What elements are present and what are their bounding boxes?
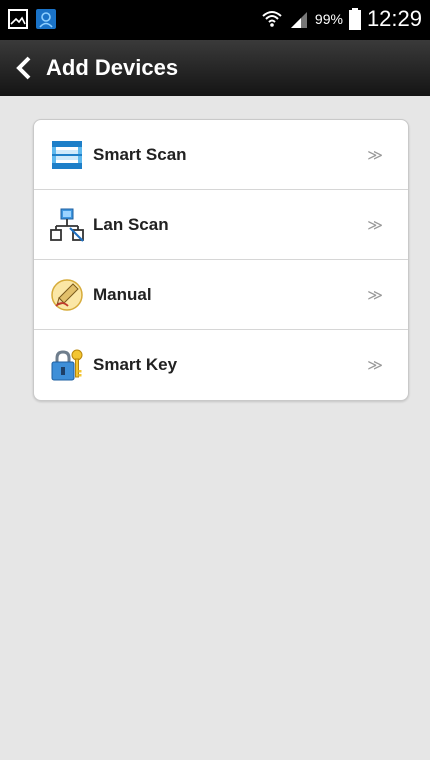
- status-bar: 99% 12:29: [0, 0, 430, 40]
- gallery-notification-icon: [8, 9, 28, 29]
- chevron-left-icon: [16, 56, 31, 80]
- menu-item-label: Smart Scan: [93, 144, 187, 164]
- pencil-icon: [51, 278, 83, 311]
- network-icon: [50, 208, 84, 242]
- menu-item-label: Lan Scan: [93, 214, 169, 234]
- clock: 12:29: [366, 6, 422, 31]
- menu-item-label: Manual: [93, 284, 152, 304]
- menu-item-lan-scan[interactable]: Lan Scan ≫: [34, 190, 408, 260]
- menu-item-smart-scan[interactable]: Smart Scan ≫: [34, 120, 408, 190]
- wifi-icon: [262, 11, 282, 27]
- double-chevron-right-icon: ≫: [367, 286, 383, 304]
- scan-frame-icon: [52, 140, 82, 169]
- menu-item-smart-key[interactable]: Smart Key ≫: [34, 330, 408, 400]
- battery-percent: 99%: [314, 11, 343, 27]
- menu-item-label: Smart Key: [93, 355, 178, 374]
- menu-item-manual[interactable]: Manual ≫: [34, 260, 408, 330]
- lock-key-icon: [51, 349, 83, 381]
- page-title: Add Devices: [46, 55, 179, 80]
- status-bar-left: [8, 9, 56, 29]
- add-device-menu: Smart Scan ≫ Lan Scan ≫ Manual ≫ Smart K…: [33, 119, 409, 401]
- app-notification-icon: [36, 9, 56, 29]
- double-chevron-right-icon: ≫: [367, 357, 383, 374]
- double-chevron-right-icon: ≫: [367, 216, 383, 234]
- signal-icon: [290, 12, 307, 28]
- back-button[interactable]: [4, 40, 44, 96]
- status-bar-right: 99% 12:29: [261, 6, 422, 32]
- battery-icon: [348, 8, 361, 30]
- app-bar: Add Devices: [0, 40, 430, 96]
- double-chevron-right-icon: ≫: [367, 146, 383, 164]
